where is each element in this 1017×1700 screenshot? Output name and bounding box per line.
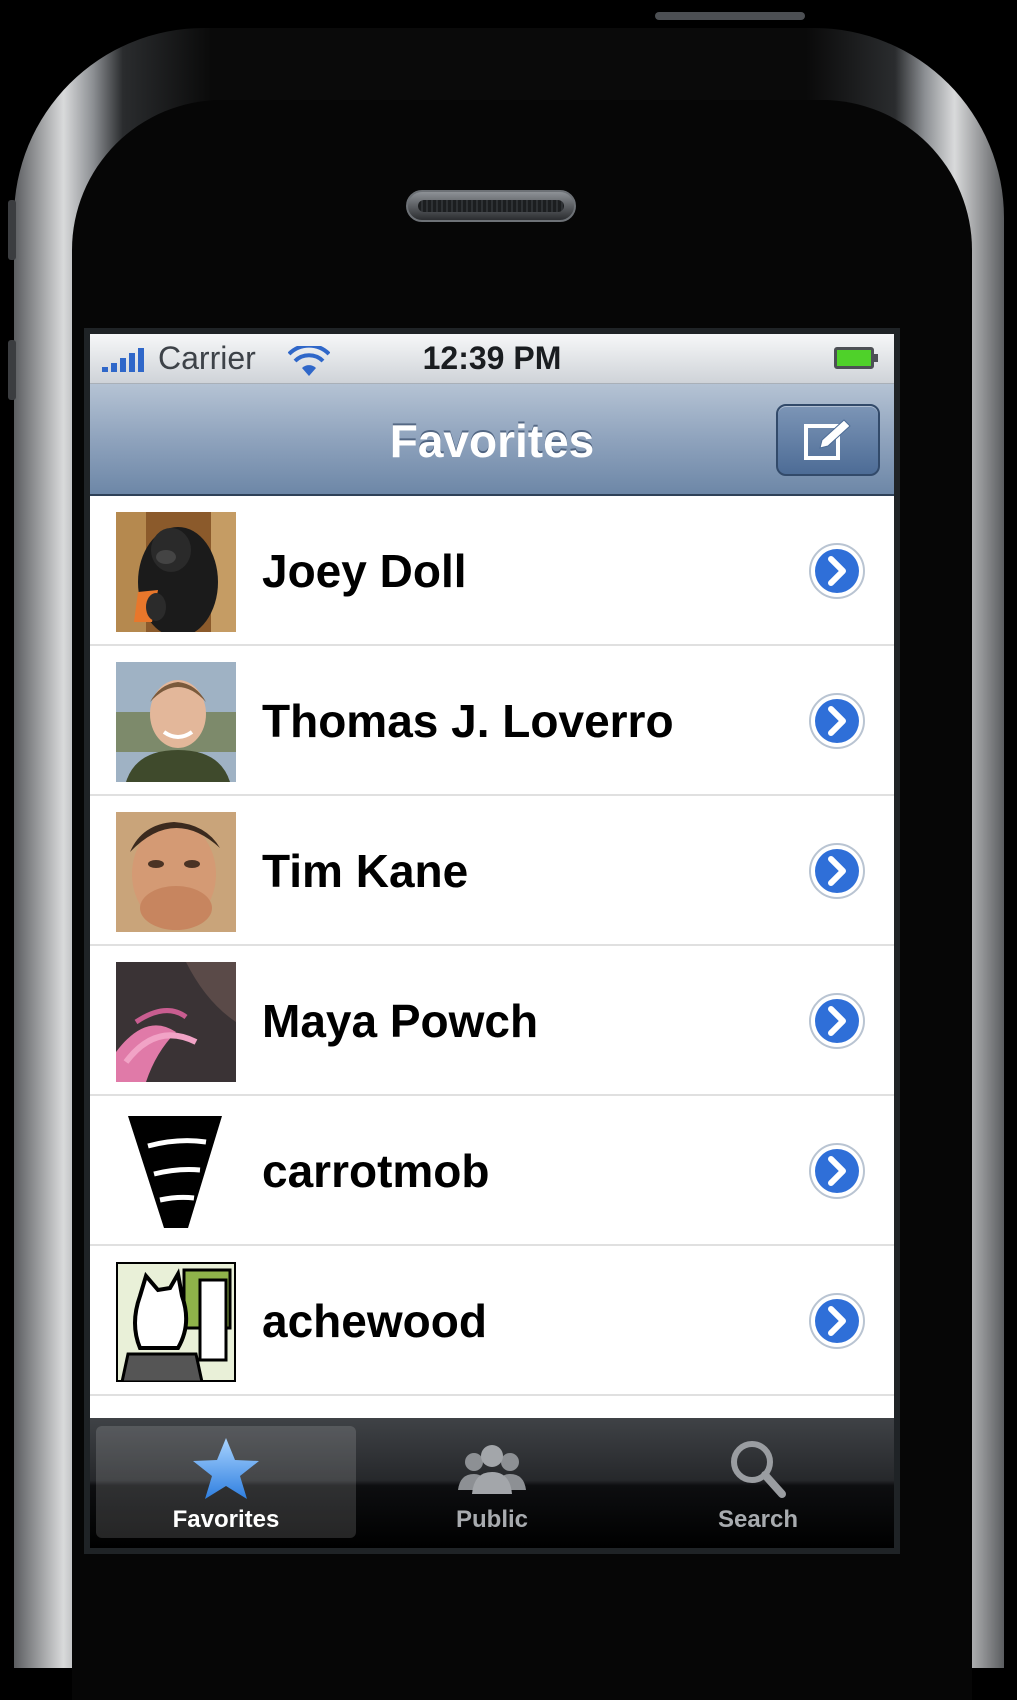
tab-label: Search xyxy=(717,1506,799,1533)
contact-name: Joey Doll xyxy=(262,545,467,597)
list-item[interactable]: carrotmob xyxy=(90,1096,894,1246)
contact-name: Tim Kane xyxy=(262,845,469,897)
tab-favorites[interactable]: Favorites xyxy=(96,1426,356,1538)
contact-name: Maya Powch xyxy=(262,995,539,1047)
disclosure-chevron-icon[interactable] xyxy=(808,542,866,600)
magnifier-icon xyxy=(628,1436,888,1500)
disclosure-chevron-icon[interactable] xyxy=(808,1292,866,1350)
compose-icon xyxy=(804,419,851,460)
avatar xyxy=(116,1112,236,1232)
list-item[interactable]: achewood xyxy=(90,1246,894,1396)
tab-search[interactable]: Search xyxy=(628,1426,888,1538)
avatar xyxy=(116,812,236,932)
page-title: Favorites xyxy=(389,415,595,467)
app-screen: Carrier 12:39 PM Favorites Joey Doll Tho… xyxy=(90,334,894,1548)
disclosure-chevron-icon[interactable] xyxy=(808,1142,866,1200)
avatar xyxy=(116,1262,236,1382)
disclosure-chevron-icon[interactable] xyxy=(808,842,866,900)
compose-button[interactable] xyxy=(776,404,880,476)
contact-name: carrotmob xyxy=(262,1145,490,1197)
favorites-list: Joey Doll Thomas J. Loverro Tim Kane May… xyxy=(90,496,894,1396)
navigation-bar: Favorites xyxy=(90,384,894,496)
sleep-button xyxy=(655,12,805,20)
list-item[interactable]: Thomas J. Loverro xyxy=(90,646,894,796)
tab-public[interactable]: Public xyxy=(362,1426,622,1538)
earpiece-speaker xyxy=(406,190,576,222)
list-item[interactable]: Tim Kane xyxy=(90,796,894,946)
volume-up-button xyxy=(8,200,16,260)
disclosure-chevron-icon[interactable] xyxy=(808,692,866,750)
battery-icon xyxy=(834,347,878,369)
status-bar: Carrier 12:39 PM xyxy=(90,334,894,384)
star-icon xyxy=(96,1436,356,1500)
list-item[interactable]: Joey Doll xyxy=(90,496,894,646)
avatar xyxy=(116,662,236,782)
contact-name: achewood xyxy=(262,1295,487,1347)
volume-down-button xyxy=(8,340,16,400)
tab-bar: Favorites Public Search xyxy=(90,1418,894,1548)
tab-label: Public xyxy=(455,1506,528,1533)
people-icon xyxy=(362,1436,622,1500)
contact-name: Thomas J. Loverro xyxy=(262,695,674,747)
status-time: 12:39 PM xyxy=(422,340,562,376)
list-item[interactable]: Maya Powch xyxy=(90,946,894,1096)
avatar xyxy=(116,962,236,1082)
tab-label: Favorites xyxy=(172,1506,280,1533)
avatar xyxy=(116,512,236,632)
disclosure-chevron-icon[interactable] xyxy=(808,992,866,1050)
